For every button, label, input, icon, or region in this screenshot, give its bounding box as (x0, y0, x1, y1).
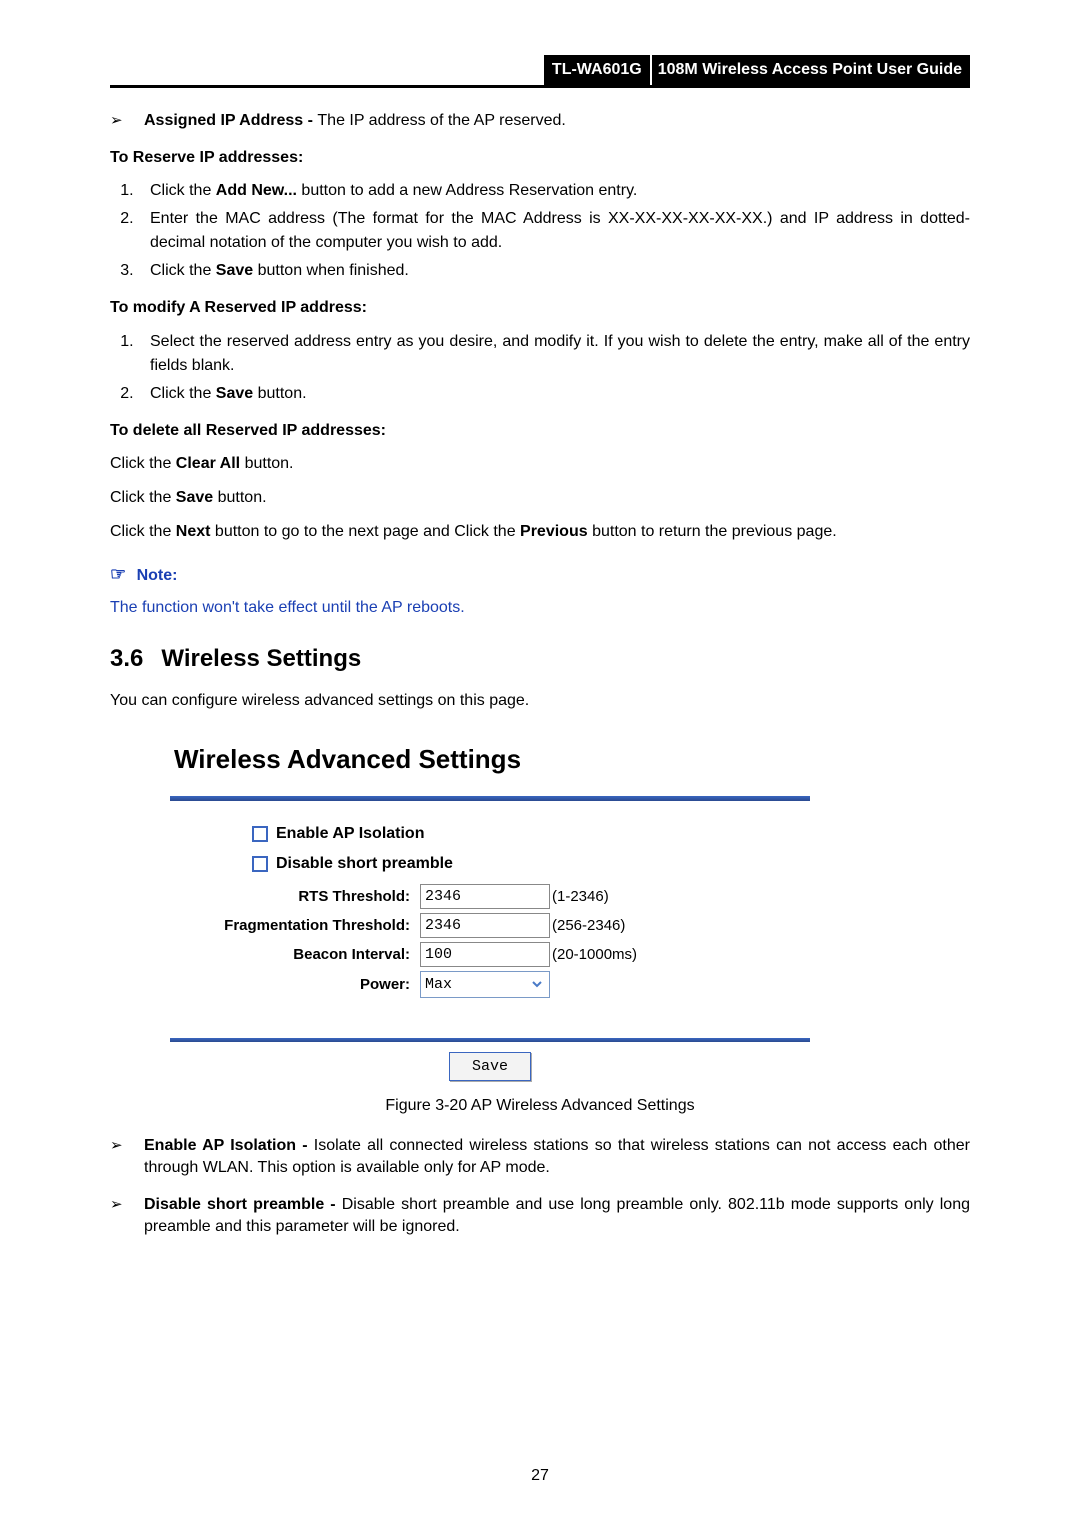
note-label: Note: (137, 567, 178, 584)
field-range: (20-1000ms) (550, 944, 637, 965)
checkbox-label: Disable short preamble (276, 853, 453, 875)
text: button. (213, 489, 266, 506)
bold: Save (176, 489, 213, 506)
page-number: 27 (0, 1465, 1080, 1487)
term: Disable short preamble - (144, 1196, 342, 1213)
field-row-beacon: Beacon Interval: (20-1000ms) (170, 942, 810, 967)
paragraph: Click the Save button. (110, 486, 970, 510)
bullet-disable-short-preamble: ➢ Disable short preamble - Disable short… (110, 1194, 970, 1239)
section-number: 3.6 (110, 645, 143, 672)
field-label: Power: (170, 974, 420, 995)
text: button when finished. (253, 262, 409, 279)
bold: Save (216, 385, 253, 402)
note-body: The function won't take effect until the… (110, 597, 970, 619)
heading-modify: To modify A Reserved IP address: (110, 297, 970, 319)
arrow-icon: ➢ (110, 1194, 144, 1239)
save-button[interactable]: Save (449, 1052, 531, 1081)
text: Click the (110, 455, 176, 472)
field-label: RTS Threshold: (170, 886, 420, 907)
figure-screenshot: Wireless Advanced Settings Enable AP Iso… (170, 733, 810, 1080)
checkbox-row-short-preamble: Disable short preamble (252, 853, 810, 875)
figure-title: Wireless Advanced Settings (170, 733, 810, 795)
section-heading: 3.6 Wireless Settings (110, 642, 970, 676)
field-row-rts: RTS Threshold: (1-2346) (170, 884, 810, 909)
field-row-fragmentation: Fragmentation Threshold: (256-2346) (170, 913, 810, 938)
field-range: (1-2346) (550, 886, 609, 907)
list-item: Click the Add New... button to add a new… (138, 179, 970, 203)
field-label: Fragmentation Threshold: (170, 915, 420, 936)
section-intro: You can configure wireless advanced sett… (110, 689, 970, 713)
arrow-icon: ➢ (110, 110, 144, 132)
arrow-icon: ➢ (110, 1135, 144, 1180)
text: button. (240, 455, 293, 472)
rts-threshold-input[interactable] (420, 884, 550, 909)
text: Click the (150, 182, 216, 199)
bullet-enable-ap-isolation: ➢ Enable AP Isolation - Isolate all conn… (110, 1135, 970, 1180)
heading-delete: To delete all Reserved IP addresses: (110, 420, 970, 442)
field-row-power: Power: Max (170, 971, 810, 998)
list-item: Select the reserved address entry as you… (138, 330, 970, 378)
checkbox-row-ap-isolation: Enable AP Isolation (252, 823, 810, 845)
field-range: (256-2346) (550, 915, 625, 936)
list-item: Enter the MAC address (The format for th… (138, 207, 970, 255)
reserve-list: Click the Add New... button to add a new… (110, 179, 970, 283)
checkbox-icon[interactable] (252, 826, 268, 842)
list-item: Click the Save button when finished. (138, 259, 970, 283)
modify-list: Select the reserved address entry as you… (110, 330, 970, 406)
fragmentation-threshold-input[interactable] (420, 913, 550, 938)
text: Click the (110, 489, 176, 506)
chevron-down-icon (529, 976, 545, 992)
page-header: TL-WA601G 108M Wireless Access Point Use… (110, 55, 970, 88)
heading-reserve: To Reserve IP addresses: (110, 147, 970, 169)
note-heading: ☞ Note: (110, 562, 970, 587)
bold: Clear All (176, 455, 240, 472)
paragraph: Click the Next button to go to the next … (110, 520, 970, 544)
field-label: Beacon Interval: (170, 944, 420, 965)
bold: Add New... (216, 182, 297, 199)
power-select[interactable]: Max (420, 971, 550, 998)
term: Assigned IP Address - (144, 112, 317, 129)
pointing-hand-icon: ☞ (110, 564, 126, 584)
text: button to add a new Address Reservation … (297, 182, 637, 199)
divider (170, 1038, 810, 1042)
figure-caption: Figure 3-20 AP Wireless Advanced Setting… (110, 1095, 970, 1117)
paragraph: Click the Clear All button. (110, 452, 970, 476)
text: Click the (150, 262, 216, 279)
desc: The IP address of the AP reserved. (317, 112, 565, 129)
header-title: 108M Wireless Access Point User Guide (652, 55, 970, 85)
divider (170, 796, 810, 801)
bullet-assigned-ip: ➢ Assigned IP Address - The IP address o… (110, 110, 970, 132)
beacon-interval-input[interactable] (420, 942, 550, 967)
bold: Next (176, 523, 211, 540)
text: button to return the previous page. (588, 523, 837, 540)
text: Click the (110, 523, 176, 540)
checkbox-icon[interactable] (252, 856, 268, 872)
text: button. (253, 385, 306, 402)
bold: Save (216, 262, 253, 279)
section-title: Wireless Settings (161, 645, 361, 672)
header-model: TL-WA601G (544, 55, 652, 85)
bold: Previous (520, 523, 588, 540)
checkbox-label: Enable AP Isolation (276, 823, 424, 845)
term: Enable AP Isolation - (144, 1137, 314, 1154)
select-value: Max (425, 974, 452, 995)
text: Click the (150, 385, 216, 402)
list-item: Click the Save button. (138, 382, 970, 406)
text: button to go to the next page and Click … (210, 523, 520, 540)
